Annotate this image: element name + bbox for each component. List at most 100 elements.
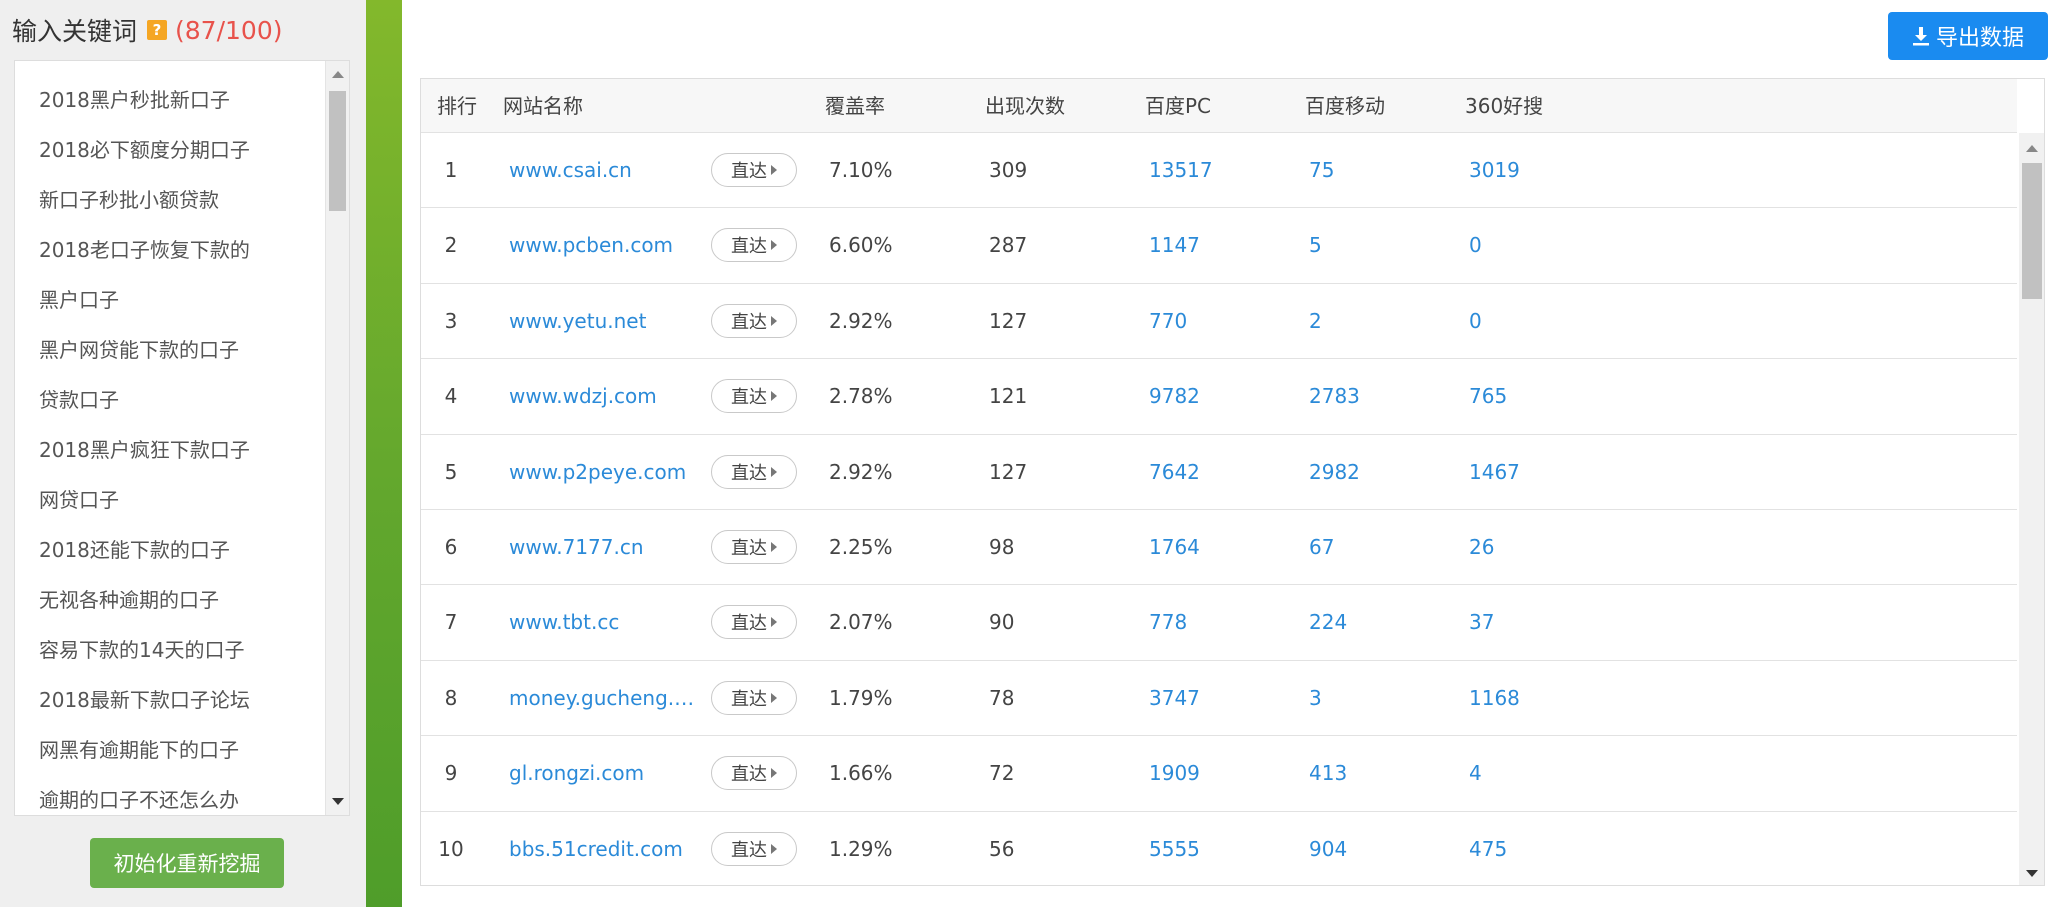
direct-button[interactable]: 直达	[711, 303, 797, 338]
baidu-pc-link[interactable]: 5555	[1149, 812, 1200, 885]
baidu-mobile-link[interactable]: 2982	[1309, 435, 1360, 510]
keyword-list-box[interactable]: 2018黑户秒批新口子 2018必下额度分期口子 新口子秒批小额贷款 2018老口子恢…	[14, 60, 350, 816]
keyword-list-item[interactable]: 2018黑户秒批新口子	[15, 75, 250, 125]
direct-button[interactable]: 直达	[711, 605, 797, 640]
site-link[interactable]: www.tbt.cc	[509, 585, 699, 660]
so360-link[interactable]: 1168	[1469, 661, 1520, 736]
baidu-pc-link[interactable]: 778	[1149, 585, 1187, 660]
baidu-mobile-link[interactable]: 2783	[1309, 359, 1360, 434]
keyword-list-item[interactable]: 黑户网贷能下款的口子	[15, 325, 250, 375]
keyword-list-item[interactable]: 2018还能下款的口子	[15, 525, 250, 575]
so360-link[interactable]: 0	[1469, 208, 1482, 283]
direct-button-label: 直达	[731, 236, 767, 258]
baidu-pc-link[interactable]: 770	[1149, 284, 1187, 359]
caret-right-icon	[771, 391, 777, 402]
keyword-list-item[interactable]: 网黑有逾期能下的口子	[15, 725, 250, 775]
site-link[interactable]: www.csai.cn	[509, 133, 699, 208]
export-data-button[interactable]: 导出数据	[1888, 12, 2048, 60]
direct-button[interactable]: 直达	[711, 153, 797, 187]
direct-button[interactable]: 直达	[711, 454, 797, 489]
keyword-panel-header: 输入关键词 ? (87/100)	[12, 12, 282, 48]
so360-link[interactable]: 37	[1469, 585, 1494, 660]
header-site: 网站名称	[503, 94, 583, 118]
site-link[interactable]: www.7177.cn	[509, 510, 699, 585]
scroll-up-arrow-icon[interactable]	[2026, 145, 2038, 152]
count-cell: 78	[989, 685, 1015, 710]
rank-cell: 5	[444, 459, 458, 484]
direct-button[interactable]: 直达	[711, 228, 797, 263]
keyword-list-item[interactable]: 2018最新下款口子论坛	[15, 675, 250, 725]
decorative-divider-stripe	[366, 0, 402, 907]
baidu-pc-link[interactable]: 7642	[1149, 435, 1200, 510]
so360-link[interactable]: 765	[1469, 359, 1507, 434]
direct-button[interactable]: 直达	[711, 756, 797, 791]
scrollbar-thumb[interactable]	[2022, 163, 2042, 299]
keyword-list-item[interactable]: 2018黑户疯狂下款口子	[15, 425, 250, 475]
baidu-pc-link[interactable]: 1909	[1149, 736, 1200, 811]
keyword-list-item[interactable]: 逾期的口子不还怎么办	[15, 775, 250, 815]
ranking-table: 排行 网站名称 覆盖率 出现次数 百度PC 百度移动 360好搜 1 www.cs…	[420, 78, 2045, 886]
site-link[interactable]: bbs.51credit.com	[509, 812, 699, 885]
baidu-pc-link[interactable]: 1764	[1149, 510, 1200, 585]
count-cell: 121	[989, 384, 1028, 409]
scrollbar-thumb[interactable]	[329, 91, 346, 211]
baidu-mobile-link[interactable]: 413	[1309, 736, 1347, 811]
keyword-list-scrollbar[interactable]	[325, 61, 349, 815]
direct-button[interactable]: 直达	[711, 379, 797, 414]
keyword-list-item[interactable]: 容易下款的14天的口子	[15, 625, 250, 675]
baidu-mobile-link[interactable]: 67	[1309, 510, 1334, 585]
baidu-mobile-link[interactable]: 224	[1309, 585, 1347, 660]
reinit-mining-button[interactable]: 初始化重新挖掘	[90, 838, 284, 888]
so360-link[interactable]: 4	[1469, 736, 1482, 811]
direct-button[interactable]: 直达	[711, 530, 797, 564]
coverage-cell: 2.92%	[829, 308, 893, 333]
baidu-pc-link[interactable]: 13517	[1149, 133, 1213, 208]
scroll-down-arrow-icon[interactable]	[2026, 870, 2038, 877]
keyword-list-item[interactable]: 无视各种逾期的口子	[15, 575, 250, 625]
direct-button-label: 直达	[731, 688, 767, 710]
direct-button[interactable]: 直达	[711, 680, 797, 715]
direct-button-label: 直达	[731, 538, 767, 559]
keyword-list: 2018黑户秒批新口子 2018必下额度分期口子 新口子秒批小额贷款 2018老口子恢…	[15, 75, 250, 815]
so360-link[interactable]: 1467	[1469, 435, 1520, 510]
baidu-pc-link[interactable]: 9782	[1149, 359, 1200, 434]
keyword-list-item[interactable]: 网贷口子	[15, 475, 250, 525]
site-link[interactable]: gl.rongzi.com	[509, 736, 699, 811]
scroll-up-arrow-icon[interactable]	[332, 71, 344, 78]
site-link[interactable]: www.wdzj.com	[509, 359, 699, 434]
coverage-cell: 7.10%	[829, 158, 893, 182]
count-cell: 309	[989, 158, 1028, 182]
baidu-mobile-link[interactable]: 2	[1309, 284, 1322, 359]
baidu-pc-link[interactable]: 1147	[1149, 208, 1200, 283]
so360-link[interactable]: 3019	[1469, 133, 1520, 208]
baidu-pc-link[interactable]: 3747	[1149, 661, 1200, 736]
baidu-mobile-link[interactable]: 3	[1309, 661, 1322, 736]
so360-link[interactable]: 26	[1469, 510, 1494, 585]
header-baidu-pc: 百度PC	[1145, 94, 1212, 118]
keyword-list-item[interactable]: 贷款口子	[15, 375, 250, 425]
count-cell: 90	[989, 610, 1015, 635]
keyword-list-item[interactable]: 2018必下额度分期口子	[15, 125, 250, 175]
site-link[interactable]: money.gucheng.c...	[509, 661, 699, 736]
so360-link[interactable]: 0	[1469, 284, 1482, 359]
help-icon[interactable]: ?	[147, 20, 168, 40]
header-360: 360好搜	[1465, 94, 1544, 118]
baidu-mobile-link[interactable]: 75	[1309, 133, 1334, 208]
header-baidu-mobile: 百度移动	[1305, 94, 1385, 118]
site-link[interactable]: www.yetu.net	[509, 284, 699, 359]
caret-right-icon	[771, 466, 777, 477]
table-row: 8 money.gucheng.c... 直达 1.79% 78 3747 3 1168	[421, 661, 2017, 737]
baidu-mobile-link[interactable]: 904	[1309, 812, 1347, 885]
keyword-list-item[interactable]: 2018老口子恢复下款的	[15, 225, 250, 275]
direct-button[interactable]: 直达	[711, 831, 797, 866]
keyword-list-item[interactable]: 黑户口子	[15, 275, 250, 325]
site-link[interactable]: www.pcben.com	[509, 208, 699, 283]
direct-button-label: 直达	[731, 839, 767, 861]
scroll-down-arrow-icon[interactable]	[332, 798, 344, 805]
keyword-list-item[interactable]: 新口子秒批小额贷款	[15, 175, 250, 225]
site-link[interactable]: www.p2peye.com	[509, 435, 699, 510]
caret-right-icon	[771, 768, 777, 779]
table-scrollbar[interactable]	[2019, 133, 2044, 885]
so360-link[interactable]: 475	[1469, 812, 1507, 885]
baidu-mobile-link[interactable]: 5	[1309, 208, 1322, 283]
